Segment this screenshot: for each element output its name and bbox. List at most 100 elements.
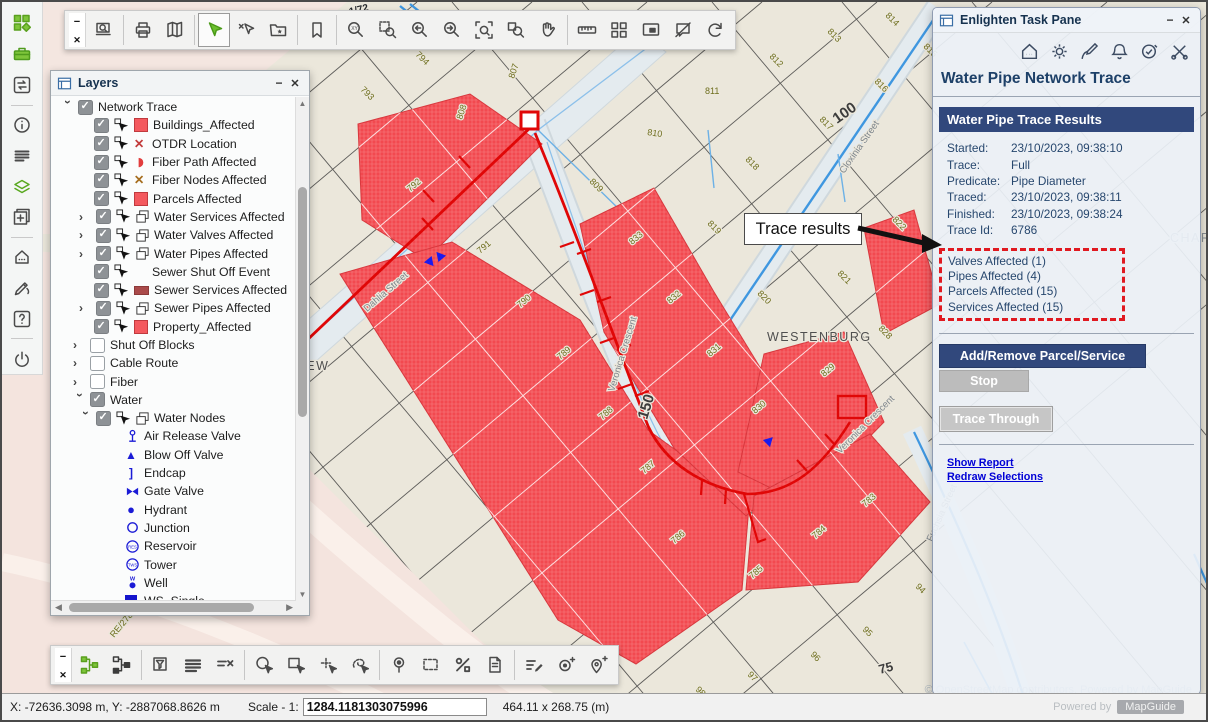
toolbar-minimize-icon[interactable] xyxy=(74,12,80,30)
layer-item-otdr-location[interactable]: ✕OTDR Location xyxy=(51,135,309,153)
filter-layers-icon[interactable] xyxy=(145,648,177,682)
minimize-icon[interactable] xyxy=(271,76,287,90)
checkbox-checked[interactable] xyxy=(96,411,111,426)
chevron-right-icon[interactable] xyxy=(79,301,93,315)
toolbar-close-icon[interactable] xyxy=(73,30,81,48)
chevron-right-icon[interactable] xyxy=(73,375,87,389)
chevron-down-icon[interactable] xyxy=(79,411,93,425)
chevron-down-icon[interactable] xyxy=(73,393,87,407)
toolbar-handle[interactable] xyxy=(69,13,86,47)
layer-item-sewer-shut-off-event[interactable]: Sewer Shut Off Event xyxy=(51,263,309,281)
zoom-previous-icon[interactable] xyxy=(404,13,436,47)
checkbox-unchecked[interactable] xyxy=(90,374,105,389)
home-icon[interactable] xyxy=(6,244,38,271)
chevron-right-icon[interactable] xyxy=(73,356,87,370)
checkbox-checked[interactable] xyxy=(96,209,111,224)
report-page-icon[interactable] xyxy=(479,648,511,682)
layer-item-sewer-pipes-affected[interactable]: Sewer Pipes Affected xyxy=(51,299,309,317)
checkbox-checked[interactable] xyxy=(96,246,111,261)
locate-point-icon[interactable] xyxy=(383,648,415,682)
task-pane-titlebar[interactable]: Enlighten Task Pane xyxy=(933,8,1200,33)
select-pointer-icon[interactable] xyxy=(198,13,230,47)
minimize-icon[interactable] xyxy=(1162,13,1178,27)
vertical-scrollbar[interactable]: ▲▼ xyxy=(295,97,309,601)
pan-hand-icon[interactable] xyxy=(532,13,564,47)
checkbox-checked[interactable] xyxy=(94,264,109,279)
checkbox-checked[interactable] xyxy=(94,283,109,298)
layer-item-cable-route[interactable]: Cable Route xyxy=(51,354,309,372)
add-location-icon[interactable] xyxy=(582,648,614,682)
chevron-right-icon[interactable] xyxy=(79,210,93,224)
layer-item-fiber[interactable]: Fiber xyxy=(51,372,309,390)
help-icon[interactable] xyxy=(6,305,38,332)
checkbox-checked[interactable] xyxy=(94,191,109,206)
layer-item-shut-off-blocks[interactable]: Shut Off Blocks xyxy=(51,336,309,354)
checkbox-checked[interactable] xyxy=(96,301,111,316)
design-tools-icon[interactable] xyxy=(6,275,38,302)
checkbox-checked[interactable] xyxy=(94,155,109,170)
clear-selection-icon[interactable] xyxy=(230,13,262,47)
scroll-up-icon[interactable]: ▲ xyxy=(296,99,309,108)
measure-ruler-icon[interactable] xyxy=(571,13,603,47)
settings-gear-icon[interactable] xyxy=(1049,41,1070,62)
zoom-extents-icon[interactable] xyxy=(468,13,500,47)
select-snap-icon[interactable] xyxy=(312,648,344,682)
info-icon[interactable] xyxy=(6,111,38,138)
checkbox-checked[interactable] xyxy=(94,118,109,133)
layer-item-parcels-affected[interactable]: Parcels Affected xyxy=(51,189,309,207)
trace-network-icon[interactable] xyxy=(74,648,106,682)
checkbox-unchecked[interactable] xyxy=(90,356,105,371)
zoom-selected-icon[interactable] xyxy=(500,13,532,47)
identify-screen-icon[interactable] xyxy=(88,13,120,47)
toolbar-handle[interactable] xyxy=(55,648,72,682)
scale-input[interactable] xyxy=(303,698,487,716)
chevron-right-icon[interactable] xyxy=(73,338,87,352)
home-icon[interactable] xyxy=(1019,41,1040,62)
trace-origin-marker[interactable] xyxy=(521,112,538,129)
checkbox-unchecked[interactable] xyxy=(90,338,105,353)
swap-panels-icon[interactable] xyxy=(6,72,38,99)
hide-annotations-icon[interactable] xyxy=(667,13,699,47)
app-grid-icon[interactable] xyxy=(6,10,38,37)
layers-icon[interactable] xyxy=(6,173,38,200)
layer-item-buildings-affected[interactable]: Buildings_Affected xyxy=(51,116,309,134)
layer-item-water-pipes-affected[interactable]: Water Pipes Affected xyxy=(51,244,309,262)
utilities-tools-icon[interactable] xyxy=(1169,41,1190,62)
checkbox-checked[interactable] xyxy=(96,228,111,243)
redraw-selections-link[interactable]: Redraw Selections xyxy=(947,471,1200,483)
layer-item-fiber-nodes-affected[interactable]: ✕Fiber Nodes Affected xyxy=(51,171,309,189)
audit-icon[interactable] xyxy=(1139,41,1160,62)
zoom-xy-icon[interactable]: XY xyxy=(340,13,372,47)
scrollbar-thumb[interactable] xyxy=(298,187,307,417)
toolbar-minimize-icon[interactable] xyxy=(60,647,66,665)
chevron-down-icon[interactable] xyxy=(61,100,75,114)
horizontal-scrollbar[interactable]: ◀▶ xyxy=(51,600,309,615)
saved-views-icon[interactable] xyxy=(262,13,294,47)
zoom-window-icon[interactable] xyxy=(372,13,404,47)
layer-item-water-nodes[interactable]: Water Nodes xyxy=(51,409,309,427)
checkbox-checked[interactable] xyxy=(94,319,109,334)
notifications-bell-icon[interactable] xyxy=(1109,41,1130,62)
layer-item-fiber-path-affected[interactable]: Fiber Path Affected xyxy=(51,153,309,171)
layer-item-sewer-services-affected[interactable]: Sewer Services Affected xyxy=(51,281,309,299)
stop-button[interactable]: Stop xyxy=(939,370,1029,392)
print-icon[interactable] xyxy=(127,13,159,47)
add-remove-parcel-service-button[interactable]: Add/Remove Parcel/Service xyxy=(939,344,1146,368)
add-map-frame-icon[interactable] xyxy=(6,204,38,231)
split-percent-icon[interactable] xyxy=(447,648,479,682)
checkbox-checked[interactable] xyxy=(94,136,109,151)
trace-network-options-icon[interactable] xyxy=(106,648,138,682)
scroll-down-icon[interactable]: ▼ xyxy=(296,590,309,599)
close-icon[interactable] xyxy=(1178,14,1194,27)
tile-grid-icon[interactable] xyxy=(603,13,635,47)
edit-annotations-icon[interactable] xyxy=(518,648,550,682)
checkbox-checked[interactable] xyxy=(90,392,105,407)
toolbar-close-icon[interactable] xyxy=(59,665,67,683)
show-report-link[interactable]: Show Report xyxy=(947,457,1200,469)
select-rectangle-icon[interactable] xyxy=(280,648,312,682)
bookmark-icon[interactable] xyxy=(301,13,333,47)
overview-map-icon[interactable] xyxy=(635,13,667,47)
layer-item-network-trace[interactable]: Network Trace xyxy=(51,98,309,116)
scroll-left-icon[interactable]: ◀ xyxy=(55,602,62,613)
close-icon[interactable] xyxy=(287,77,303,90)
